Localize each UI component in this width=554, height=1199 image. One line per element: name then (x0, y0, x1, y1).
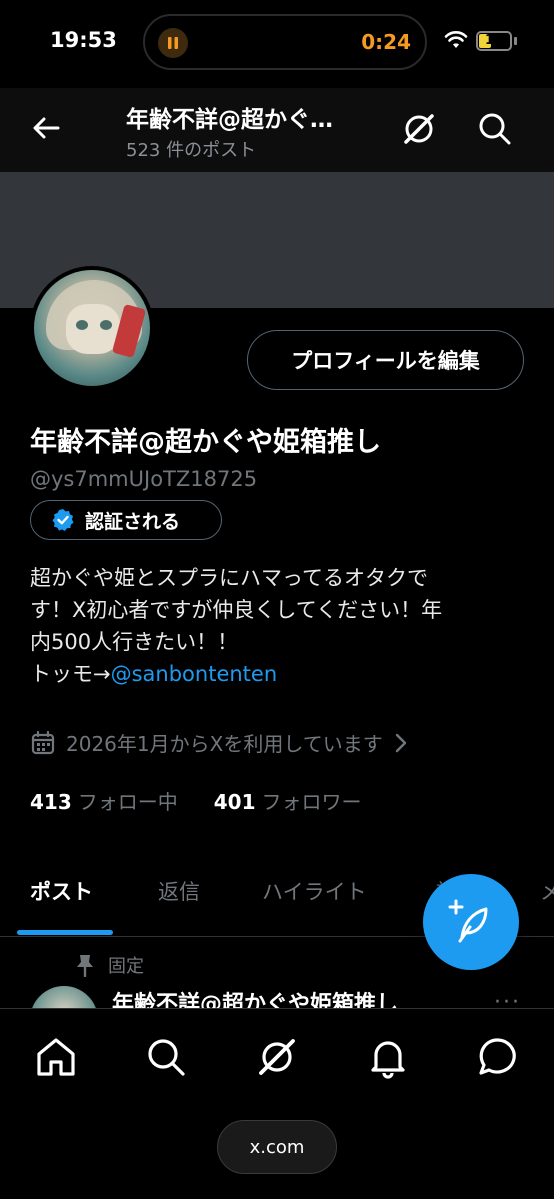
followers-count: 401 (213, 790, 256, 814)
chevron-right-icon (395, 733, 406, 752)
joined-date[interactable]: 2026年1月からXを利用しています (30, 728, 409, 757)
compose-feather-icon (448, 899, 488, 943)
back-arrow-icon[interactable] (28, 110, 64, 146)
active-tab-indicator (17, 930, 113, 935)
battery-level: 17 (484, 33, 504, 48)
messages-icon[interactable] (476, 1035, 520, 1079)
grok-icon[interactable] (400, 110, 438, 148)
header-title: 年齢不詳@超かぐ… (126, 107, 333, 133)
status-bar: 19:53 0:24 17 (0, 0, 554, 88)
search-icon[interactable] (476, 110, 514, 148)
tab-media[interactable]: メ (540, 876, 554, 906)
user-handle: @ys7mmUJoTZ18725 (30, 467, 258, 491)
bio-line: す！X初心者ですが仲良くしてください！年 (30, 598, 443, 622)
battery-icon: 17 (476, 31, 512, 51)
url-bar[interactable]: x.com (217, 1120, 337, 1174)
pinned-post[interactable]: 年齢不詳@超かぐや姫箱推し ··· (0, 986, 554, 1008)
dynamic-island[interactable]: 0:24 (143, 14, 427, 70)
bottom-nav: x.com (0, 1008, 554, 1199)
tab-posts[interactable]: ポスト (30, 876, 93, 906)
bio-mention-link[interactable]: @sanbontenten (111, 662, 278, 686)
followers-link[interactable]: 401 フォロワー (214, 786, 362, 815)
followers-label: フォロワー (261, 790, 362, 814)
compose-post-button[interactable] (423, 874, 519, 970)
following-link[interactable]: 413 フォロー中 (30, 786, 178, 815)
home-icon[interactable] (34, 1035, 78, 1079)
get-verified-button[interactable]: 認証される (30, 500, 222, 540)
more-options-icon[interactable]: ··· (494, 990, 521, 1008)
joined-text: 2026年1月からXを利用しています (66, 732, 383, 756)
post-avatar[interactable] (30, 986, 98, 1008)
timer-text: 0:24 (361, 30, 411, 54)
post-author-name[interactable]: 年齢不詳@超かぐや姫箱推し (112, 986, 398, 1008)
pinned-label: 固定 (108, 956, 144, 977)
status-time: 19:53 (50, 28, 117, 52)
calendar-icon (31, 730, 55, 754)
profile-bio: 超かぐや姫とスプラにハマってるオタクで す！X初心者ですが仲良くしてください！年… (30, 562, 530, 690)
get-verified-label: 認証される (85, 510, 181, 533)
display-name: 年齢不詳@超かぐや姫箱推し (30, 427, 381, 458)
verified-badge-icon (52, 509, 74, 531)
avatar[interactable] (30, 266, 154, 390)
tab-replies[interactable]: 返信 (158, 876, 200, 906)
pin-icon (77, 955, 93, 977)
notifications-icon[interactable] (366, 1035, 410, 1079)
edit-profile-button[interactable]: プロフィールを編集 (247, 330, 524, 390)
bio-line: 内500人行きたい！！ (30, 630, 239, 654)
pinned-indicator: 固定 (74, 952, 144, 978)
grok-icon[interactable] (255, 1035, 299, 1079)
profile-header: 年齢不詳@超かぐ… 523 件のポスト (0, 88, 554, 172)
following-count: 413 (30, 790, 72, 814)
follow-stats: 413 フォロー中 401 フォロワー (30, 786, 362, 815)
bio-link-prefix: トッモ→ (30, 662, 111, 686)
tab-highlights[interactable]: ハイライト (262, 876, 367, 906)
following-label: フォロー中 (77, 790, 178, 814)
post-count: 523 件のポスト (126, 140, 257, 161)
pause-icon[interactable] (158, 28, 188, 58)
wifi-icon (444, 31, 468, 48)
bio-line: 超かぐや姫とスプラにハマってるオタクで (30, 566, 428, 590)
search-icon[interactable] (144, 1035, 188, 1079)
